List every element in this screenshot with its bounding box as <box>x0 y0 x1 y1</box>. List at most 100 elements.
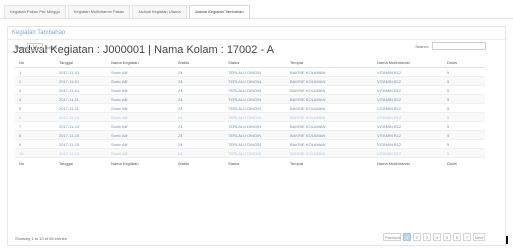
cell-status: TERLALU DINGIN <box>224 85 286 95</box>
foot-dosis: Dosis <box>443 157 485 168</box>
cell-waktu: 24 <box>174 130 224 140</box>
tab-divider <box>0 18 513 19</box>
cell-nama-kegiatan: Sonic Alif <box>107 76 174 86</box>
cell-nama-multivitamin: VITAMIN B12 <box>373 103 443 113</box>
cell-no: 2 <box>15 76 55 86</box>
page-button[interactable]: 2 <box>413 233 421 241</box>
col-nama-kegiatan[interactable]: Nama Kegiatan <box>107 58 174 68</box>
cell-dosis: 5 <box>443 103 485 113</box>
cell-nama-kegiatan: Sonic Alif <box>107 85 174 95</box>
cell-no: 6 <box>15 112 55 122</box>
cell-no: 7 <box>15 121 55 131</box>
cell-nama-kegiatan: Sonic Alif <box>107 67 174 77</box>
col-tanggal[interactable]: Tanggal <box>55 58 107 68</box>
col-nama-multivitamin[interactable]: Nama Multivitamin <box>373 58 443 68</box>
cell-dosis: 5 <box>443 148 485 158</box>
foot-waktu: Waktu <box>174 157 224 168</box>
cell-tanggal: 2017-11-11 <box>55 103 107 113</box>
cell-waktu: 24 <box>174 67 224 77</box>
cell-nama-multivitamin: VITAMIN B12 <box>373 148 443 158</box>
table-footer-row: No Tanggal Nama Kegiatan Waktu Status Te… <box>15 157 485 168</box>
tab-jadwal-utama[interactable]: Jadwal Kegiatan Utama <box>132 5 187 18</box>
cell-nama-multivitamin: VITAMIN B12 <box>373 67 443 77</box>
cell-dosis: 5 <box>443 67 485 77</box>
cell-dosis: 5 <box>443 112 485 122</box>
table-row: 9 2017-11-15 Sonic Alif 24 TERLALU DINGIN BAK… <box>15 139 485 149</box>
cell-dosis: 5 <box>443 94 485 104</box>
cell-nama-kegiatan: Sonic Alif <box>107 148 174 158</box>
page-button[interactable]: 6 <box>453 233 461 241</box>
cell-tanggal: 2017-11-14 <box>55 121 107 131</box>
table-row: 1 2017-11-01 Sonic Alif 24 TERLALU DINGIN BAK… <box>15 67 485 77</box>
cell-waktu: 24 <box>174 139 224 149</box>
cell-tanggal: 2017-11-15 <box>55 139 107 149</box>
cell-status: TERLALU DINGIN <box>224 103 286 113</box>
cell-tempat: BAKRIE KOLAMAN <box>286 121 373 131</box>
page-button[interactable]: 5 <box>443 233 451 241</box>
search-input[interactable] <box>432 42 486 50</box>
cell-tempat: BAKRIE KOLAMAN <box>286 103 373 113</box>
cell-dosis: 5 <box>443 139 485 149</box>
cell-tempat: BAKRIE KOLAMAN <box>286 67 373 77</box>
cell-tempat: BAKRIE KOLAMAN <box>286 94 373 104</box>
cell-status: TERLALU DINGIN <box>224 94 286 104</box>
table-info: Showing 1 to 10 of 65 entries <box>15 236 67 241</box>
cell-status: TERLALU DINGIN <box>224 139 286 149</box>
page-button[interactable]: 1 <box>403 233 411 241</box>
cell-nama-multivitamin: VITAMIN B12 <box>373 85 443 95</box>
page-button[interactable]: 7 <box>463 233 471 241</box>
cell-status: TERLALU DINGIN <box>224 148 286 158</box>
cell-tanggal: 2017-11-01 <box>55 85 107 95</box>
col-dosis[interactable]: Dosis <box>443 58 485 68</box>
tab-jadwal-tambahan[interactable]: Jadwal Kegiatan Tambahan <box>188 5 250 18</box>
cell-nama-kegiatan: Sonic Alif <box>107 121 174 131</box>
cell-dosis: 5 <box>443 130 485 140</box>
tab-bar: Kegiatan Pakan Per Minggu Kegiatan Multi… <box>4 5 252 19</box>
show-entries-control: Show 10 entries <box>15 43 57 51</box>
cell-tempat: BAKRIE KOLAMAN <box>286 139 373 149</box>
page-button[interactable]: 3 <box>423 233 431 241</box>
cell-nama-multivitamin: VITAMIN B12 <box>373 130 443 140</box>
table-row: 5 2017-11-11 Sonic Alif 24 TERLALU DINGIN BAK… <box>15 103 485 113</box>
cell-nama-multivitamin: VITAMIN B12 <box>373 76 443 86</box>
col-tempat[interactable]: Tempat <box>286 58 373 68</box>
foot-nama-multivitamin: Nama Multivitamin <box>373 157 443 168</box>
cell-tanggal: 2017-11-01 <box>55 76 107 86</box>
col-status[interactable]: Status <box>224 58 286 68</box>
cell-status: TERLALU DINGIN <box>224 121 286 131</box>
foot-tanggal: Tanggal <box>55 157 107 168</box>
table-row: 10 2017-11-15 Sonic Alif 24 TERLALU DINGIN BA… <box>15 148 485 158</box>
cell-no: 4 <box>15 94 55 104</box>
table-header-row: No Tanggal Nama Kegiatan Waktu Status Te… <box>15 58 485 68</box>
cell-tanggal: 2017-11-13 <box>55 112 107 122</box>
cell-no: 3 <box>15 85 55 95</box>
entries-select[interactable]: 10 <box>27 43 44 51</box>
cell-status: TERLALU DINGIN <box>224 112 286 122</box>
show-label: Show <box>15 44 26 50</box>
cell-no: 1 <box>15 67 55 77</box>
cell-tempat: BAKRIE KOLAMAN <box>286 112 373 122</box>
tab-pakan-per-minggu[interactable]: Kegiatan Pakan Per Minggu <box>4 5 66 18</box>
tab-multivitamin-pakan[interactable]: Kegiatan Multivitamin Pakan <box>67 5 131 18</box>
cell-nama-kegiatan: Sonic Alif <box>107 139 174 149</box>
col-waktu[interactable]: Waktu <box>174 58 224 68</box>
cell-nama-kegiatan: Sonic Alif <box>107 112 174 122</box>
mouse-cursor <box>506 236 508 244</box>
cell-dosis: 5 <box>443 85 485 95</box>
next-button[interactable]: Next <box>473 233 485 241</box>
col-no[interactable]: No <box>15 58 55 68</box>
cell-tempat: BAKRIE KOLAMAN <box>286 76 373 86</box>
cell-tempat: BAKRIE KOLAMAN <box>286 148 373 158</box>
page-button[interactable]: 4 <box>433 233 441 241</box>
cell-waktu: 24 <box>174 112 224 122</box>
foot-tempat: Tempat <box>286 157 373 168</box>
cell-nama-multivitamin: VITAMIN B12 <box>373 121 443 131</box>
cell-nama-kegiatan: Sonic Alif <box>107 94 174 104</box>
cell-nama-kegiatan: Sonic Alif <box>107 103 174 113</box>
cell-waktu: 24 <box>174 148 224 158</box>
cell-no: 5 <box>15 103 55 113</box>
cell-tanggal: 2017-11-11 <box>55 94 107 104</box>
table-row: 2 2017-11-01 Sonic Alif 24 TERLALU DINGIN BAK… <box>15 76 485 86</box>
cell-no: 9 <box>15 139 55 149</box>
previous-button[interactable]: Previous <box>383 233 401 241</box>
